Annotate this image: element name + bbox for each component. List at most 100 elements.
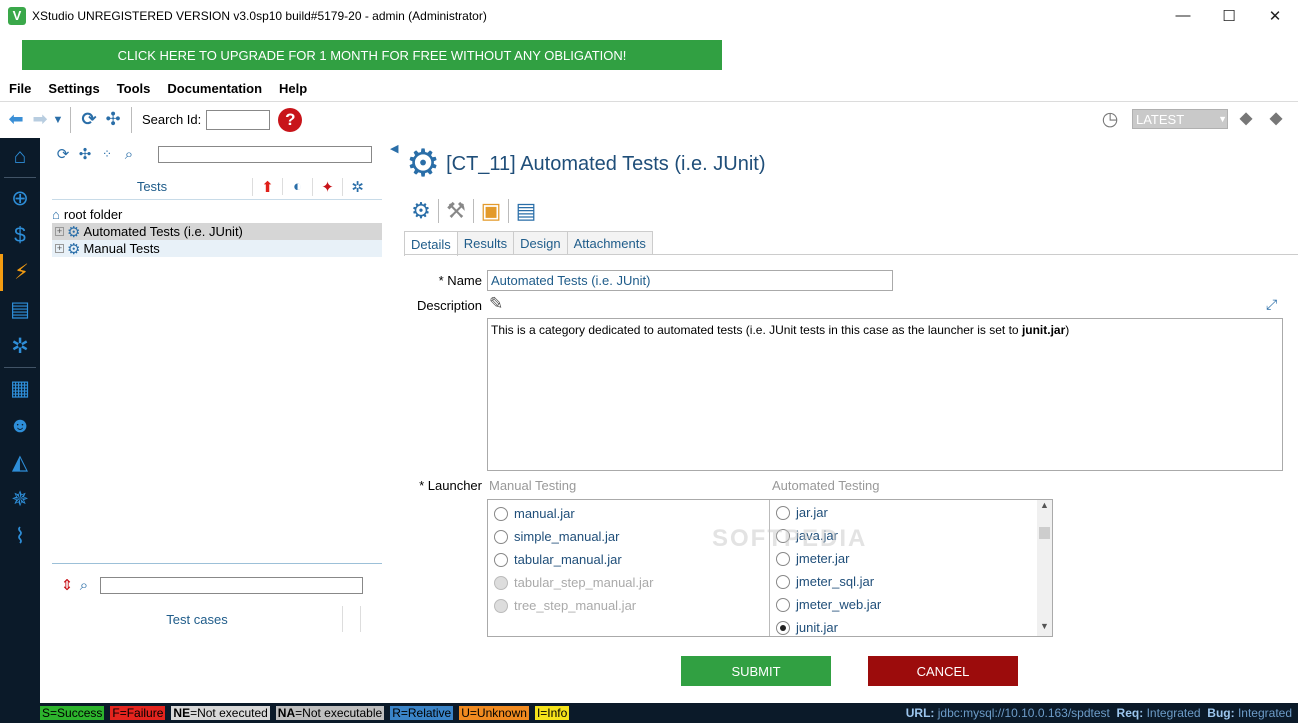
description-end: ) [1065, 323, 1070, 337]
expand-icon[interactable]: + [55, 244, 64, 253]
back-arrow-icon[interactable]: ⬅ [4, 108, 28, 132]
document-icon[interactable]: ▤ [511, 198, 541, 224]
tab-design[interactable]: Design [513, 231, 568, 255]
upgrade-banner-button[interactable]: CLICK HERE TO UPGRADE FOR 1 MONTH FOR FR… [22, 40, 722, 70]
maximize-button[interactable]: ☐ [1206, 0, 1252, 31]
clapper-icon[interactable]: ▤ [0, 291, 40, 328]
up-arrow-icon[interactable]: ⬆ [252, 177, 282, 196]
manual-launcher-column: manual.jar simple_manual.jar tabular_man… [488, 500, 770, 636]
network-icon[interactable]: ✵ [0, 481, 40, 518]
radio-button[interactable] [776, 551, 790, 566]
launcher-option: tree_step_manual.jar [488, 594, 769, 617]
refresh-icon[interactable]: ⟳ [77, 108, 101, 132]
tree-item-automated-tests[interactable]: + ⚙ Automated Tests (i.e. JUnit) [52, 223, 382, 241]
tag-add-icon[interactable]: ⬥ [1234, 107, 1258, 131]
title-bar: V XStudio UNREGISTERED VERSION v3.0sp10 … [0, 0, 1298, 31]
radio-button[interactable] [494, 529, 508, 544]
launcher-option[interactable]: jar.jar [770, 501, 1038, 524]
description-text: This is a category dedicated to automate… [491, 323, 1022, 337]
gear-icon: ⚙ [406, 143, 441, 185]
menu-documentation[interactable]: Documentation [167, 81, 262, 96]
status-legend-not-executable: NA =Not executable [275, 706, 385, 720]
scroll-thumb[interactable] [1039, 527, 1050, 539]
menu-settings[interactable]: Settings [48, 81, 99, 96]
tree-item-manual-tests[interactable]: + ⚙ Manual Tests [52, 240, 382, 258]
launcher-label: simple_manual.jar [514, 529, 620, 544]
legend-key: NA [277, 706, 296, 720]
user-icon[interactable]: ☻ [0, 407, 40, 444]
dollar-doc-icon[interactable]: $ [0, 217, 40, 254]
collapse-panel-icon[interactable]: ◀ [390, 142, 398, 155]
paperclip-icon[interactable]: ⌇ [0, 518, 40, 555]
menu-help[interactable]: Help [279, 81, 307, 96]
pencil-edit-icon[interactable]: ✎ [489, 294, 503, 314]
launcher-label: jmeter_web.jar [796, 597, 882, 612]
automated-testing-header: Automated Testing [772, 478, 880, 493]
add-folder-icon[interactable]: ▣ [476, 198, 506, 224]
panel-divider[interactable] [52, 563, 382, 564]
description-field[interactable]: This is a category dedicated to automate… [487, 318, 1283, 471]
launcher-label: tabular_manual.jar [514, 552, 622, 567]
help-icon[interactable]: ? [278, 107, 303, 132]
radio-button[interactable] [776, 597, 790, 612]
radio-button[interactable] [494, 506, 508, 521]
launcher-label: tabular_step_manual.jar [514, 575, 654, 590]
launcher-option[interactable]: manual.jar [488, 502, 769, 525]
testcase-search-input[interactable] [100, 576, 363, 594]
tree-item-label: Manual Tests [83, 241, 160, 256]
expand-editor-icon[interactable]: ⤢ [1266, 296, 1277, 313]
expand-icon[interactable]: + [55, 227, 64, 236]
scroll-down-icon[interactable]: ▼ [1037, 621, 1052, 636]
hammer-icon[interactable]: ⚒ [441, 198, 471, 224]
tab-attachments[interactable]: Attachments [566, 231, 653, 255]
menu-tools[interactable]: Tools [117, 81, 151, 96]
launcher-option[interactable]: jmeter_web.jar [770, 593, 1038, 616]
bug-icon[interactable]: ✲ [0, 328, 40, 365]
tree-filter-icon[interactable]: ⁘ [96, 147, 118, 161]
name-field[interactable]: Automated Tests (i.e. JUnit) [487, 270, 893, 291]
tree-root-row[interactable]: ⌂ root folder [52, 206, 382, 223]
bug-small-icon[interactable]: ✲ [342, 177, 372, 196]
launcher-label: tree_step_manual.jar [514, 598, 637, 613]
radio-button[interactable] [776, 574, 790, 589]
sort-icon[interactable]: ⇕ [60, 576, 74, 594]
calendar-icon[interactable]: ▦ [0, 370, 40, 407]
scroll-up-icon[interactable]: ▲ [1037, 500, 1052, 515]
launcher-scrollbar[interactable]: ▲ ▼ [1037, 500, 1052, 636]
req-value: Integrated [1146, 706, 1201, 720]
cancel-button[interactable]: CANCEL [868, 656, 1018, 686]
url-value: jdbc:mysql://10.10.0.163/spdtest [937, 706, 1110, 720]
tests-header: Tests [136, 179, 168, 194]
collapse-tree-icon[interactable]: ✣ [74, 145, 96, 163]
clock-history-icon[interactable]: ◷ [1098, 107, 1122, 131]
tag-remove-icon[interactable]: ⬥ [1264, 107, 1288, 131]
pin-icon[interactable]: ✦ [312, 177, 342, 196]
dependency-icon[interactable]: ◐ [282, 178, 312, 195]
home-icon[interactable]: ⌂ [0, 138, 40, 175]
page-title: [CT_11] Automated Tests (i.e. JUnit) [446, 152, 766, 175]
toolbar-separator [131, 106, 132, 133]
menu-file[interactable]: File [9, 81, 31, 96]
tab-results[interactable]: Results [456, 231, 515, 255]
legend-text: =Not executable [295, 706, 383, 720]
search-id-input[interactable] [206, 109, 271, 130]
history-dropdown-icon[interactable]: ▼ [52, 108, 64, 132]
radio-button[interactable] [494, 552, 508, 567]
target-icon[interactable]: ⊕ [0, 180, 40, 217]
shapes-icon[interactable]: ◭ [0, 444, 40, 481]
radio-button[interactable] [776, 505, 790, 520]
close-button[interactable]: ✕ [1252, 0, 1298, 31]
forward-arrow-icon[interactable]: ➡ [28, 108, 52, 132]
collapse-all-icon[interactable]: ✣ [101, 108, 125, 132]
launcher-option[interactable]: jmeter_sql.jar [770, 570, 1038, 593]
minimize-button[interactable]: — [1160, 0, 1206, 31]
tree-search-input[interactable] [158, 146, 372, 163]
tab-details[interactable]: Details [404, 231, 458, 256]
version-select[interactable]: LATEST ▼ [1132, 109, 1228, 129]
submit-button[interactable]: SUBMIT [681, 656, 831, 686]
delete-category-icon[interactable]: ⚙ [406, 198, 436, 224]
radio-button[interactable] [776, 620, 790, 635]
launcher-option[interactable]: junit.jar [770, 616, 1038, 639]
tests-lightning-icon[interactable]: ⚡ [0, 254, 40, 291]
refresh-tree-icon[interactable]: ⟳ [52, 145, 74, 163]
